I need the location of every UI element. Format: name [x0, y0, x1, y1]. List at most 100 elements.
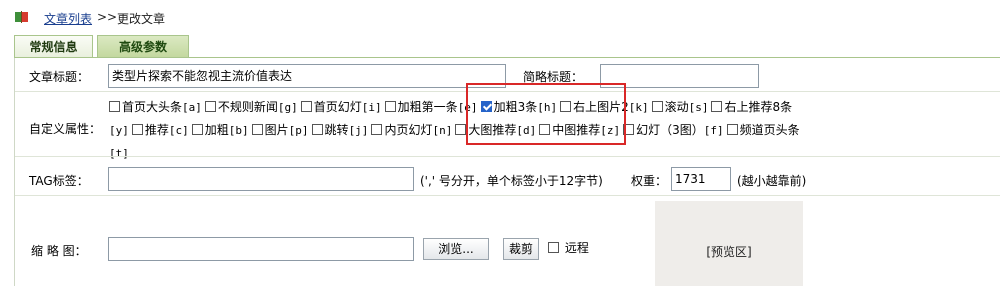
attribute-code: [a]: [182, 101, 202, 114]
attribute-label: 加粗第一条: [397, 100, 458, 114]
breadcrumb-current: 更改文章: [117, 12, 166, 26]
attribute-label: 图片: [264, 123, 289, 137]
title-label: 文章标题：: [29, 70, 90, 84]
tab-advanced-params[interactable]: 高级参数: [97, 35, 189, 57]
attributes-group: 首页大头条[a] 不规则新闻[g] 首页幻灯[i] 加粗第一条[e] 加粗3条[h] 右上…: [109, 96, 829, 165]
attribute-code: [k]: [628, 101, 649, 114]
attribute-code: [i]: [361, 101, 382, 114]
attribute-code: [e]: [457, 101, 478, 114]
attribute-code: [d]: [516, 124, 537, 137]
attribute-option: 图片[p]: [251, 123, 309, 137]
attribute-label: 首页大头条: [122, 100, 183, 114]
thumbnail-input[interactable]: [108, 237, 414, 261]
thumbnail-label: 缩 略 图：: [31, 244, 87, 258]
attribute-option: 右上图片2[k]: [560, 100, 649, 114]
tag-label: TAG标签：: [29, 174, 89, 188]
attribute-label: 幻灯（3图）: [636, 123, 704, 137]
weight-hint: (越小越靠前): [737, 174, 807, 188]
attribute-checkbox[interactable]: [480, 101, 492, 112]
attribute-option: 滚动[s]: [651, 100, 709, 114]
attributes-label: 自定义属性：: [29, 122, 102, 136]
attribute-option: 首页大头条[a]: [109, 100, 202, 114]
attribute-label: 不规则新闻: [217, 100, 278, 114]
attribute-option: 不规则新闻[g]: [204, 100, 298, 114]
row-divider: [15, 91, 1000, 92]
attribute-checkbox[interactable]: [711, 101, 723, 112]
row-divider: [15, 156, 1000, 157]
attribute-label: 加粗3条: [493, 100, 538, 114]
attribute-option: 加粗第一条[e]: [384, 100, 478, 114]
attribute-checkbox[interactable]: [191, 124, 203, 135]
attribute-checkbox[interactable]: [371, 124, 383, 135]
short-title-input[interactable]: [600, 64, 759, 88]
attribute-checkbox[interactable]: [131, 124, 143, 135]
attribute-checkbox[interactable]: [300, 101, 312, 112]
attribute-checkbox[interactable]: [384, 101, 396, 112]
attribute-code: [n]: [432, 124, 453, 137]
short-title-label: 简略标题：: [523, 70, 584, 84]
attribute-option: 加粗[b]: [191, 123, 249, 137]
remote-label: 远程: [564, 241, 589, 255]
attribute-code: [c]: [168, 124, 189, 137]
attribute-option: 跳转[j]: [311, 123, 368, 137]
attribute-label: 滚动: [664, 100, 689, 114]
weight-input[interactable]: 1731: [671, 167, 731, 191]
remote-checkbox[interactable]: [548, 242, 559, 253]
tag-hint: (',' 号分开，单个标签小于12字节): [420, 174, 603, 188]
top-bar: 文章列表 >> 更改文章: [0, 0, 1000, 34]
attribute-label: 频道页头条: [739, 123, 800, 137]
attribute-checkbox[interactable]: [539, 124, 551, 135]
attribute-code: [b]: [228, 124, 249, 137]
tab-general-info[interactable]: 常规信息: [14, 35, 93, 57]
book-icon: [15, 11, 28, 23]
attribute-code: [t]: [109, 147, 129, 160]
breadcrumb-article-list-link[interactable]: 文章列表: [44, 10, 92, 27]
attribute-label: 推荐: [144, 123, 169, 137]
tag-input[interactable]: [108, 167, 414, 191]
attribute-checkbox[interactable]: [204, 101, 216, 112]
attribute-label: 首页幻灯: [313, 100, 362, 114]
attributes-line-1: 首页大头条[a] 不规则新闻[g] 首页幻灯[i] 加粗第一条[e] 加粗3条[h] 右上…: [109, 96, 829, 119]
attribute-checkbox[interactable]: [109, 101, 120, 112]
attribute-label: 右上推荐8条: [724, 100, 793, 114]
browse-button[interactable]: 浏览...: [423, 238, 489, 260]
attribute-label: 中图推荐: [552, 123, 601, 137]
attribute-option: 频道页头条: [726, 123, 800, 137]
attribute-code: [s]: [688, 101, 709, 114]
attributes-line-2: [y] 推荐[c] 加粗[b] 图片[p] 跳转[j] 内页幻灯[n] 大图推荐[d] 中图推…: [109, 119, 829, 142]
attribute-option: 首页幻灯[i]: [300, 100, 382, 114]
attribute-option: 大图推荐[d]: [455, 123, 536, 137]
article-form: 文章标题： 类型片探索不能忽视主流价值表达 简略标题： 自定义属性： 首页大头条…: [14, 58, 1000, 286]
attribute-option: 推荐[c]: [131, 123, 189, 137]
weight-label: 权重：: [631, 174, 668, 188]
attribute-code: [p]: [288, 124, 309, 137]
attribute-checkbox[interactable]: [623, 124, 635, 135]
attribute-checkbox[interactable]: [560, 101, 572, 112]
row-divider: [15, 195, 1000, 196]
attribute-checkbox[interactable]: [251, 124, 263, 135]
attributes-line-3: [t]: [109, 142, 829, 165]
attribute-code: [y]: [109, 124, 129, 137]
attribute-label: 右上图片2: [573, 100, 629, 114]
attribute-checkbox[interactable]: [651, 101, 663, 112]
attribute-label: 内页幻灯: [384, 123, 433, 137]
attribute-label: 跳转: [324, 123, 349, 137]
attribute-option: 内页幻灯[n]: [371, 123, 452, 137]
attribute-label: 加粗: [204, 123, 229, 137]
attribute-option: 右上推荐8条: [711, 100, 792, 114]
attribute-option: 加粗3条[h]: [480, 100, 558, 114]
attribute-label: 大图推荐: [468, 123, 517, 137]
attribute-checkbox[interactable]: [455, 124, 467, 135]
attribute-checkbox[interactable]: [726, 124, 738, 135]
attribute-option: 幻灯（3图）[f]: [623, 123, 724, 137]
attribute-code: [g]: [277, 101, 298, 114]
title-input[interactable]: 类型片探索不能忽视主流价值表达: [108, 64, 506, 88]
breadcrumb-separator: >>: [97, 10, 118, 24]
attribute-checkbox[interactable]: [311, 124, 323, 135]
attribute-code: [z]: [600, 124, 621, 137]
remote-option: 远程: [548, 239, 589, 256]
attribute-code: [f]: [703, 124, 724, 137]
crop-button[interactable]: 裁剪: [503, 238, 539, 260]
preview-label: [预览区]: [706, 245, 752, 259]
attribute-code: [h]: [537, 101, 558, 114]
